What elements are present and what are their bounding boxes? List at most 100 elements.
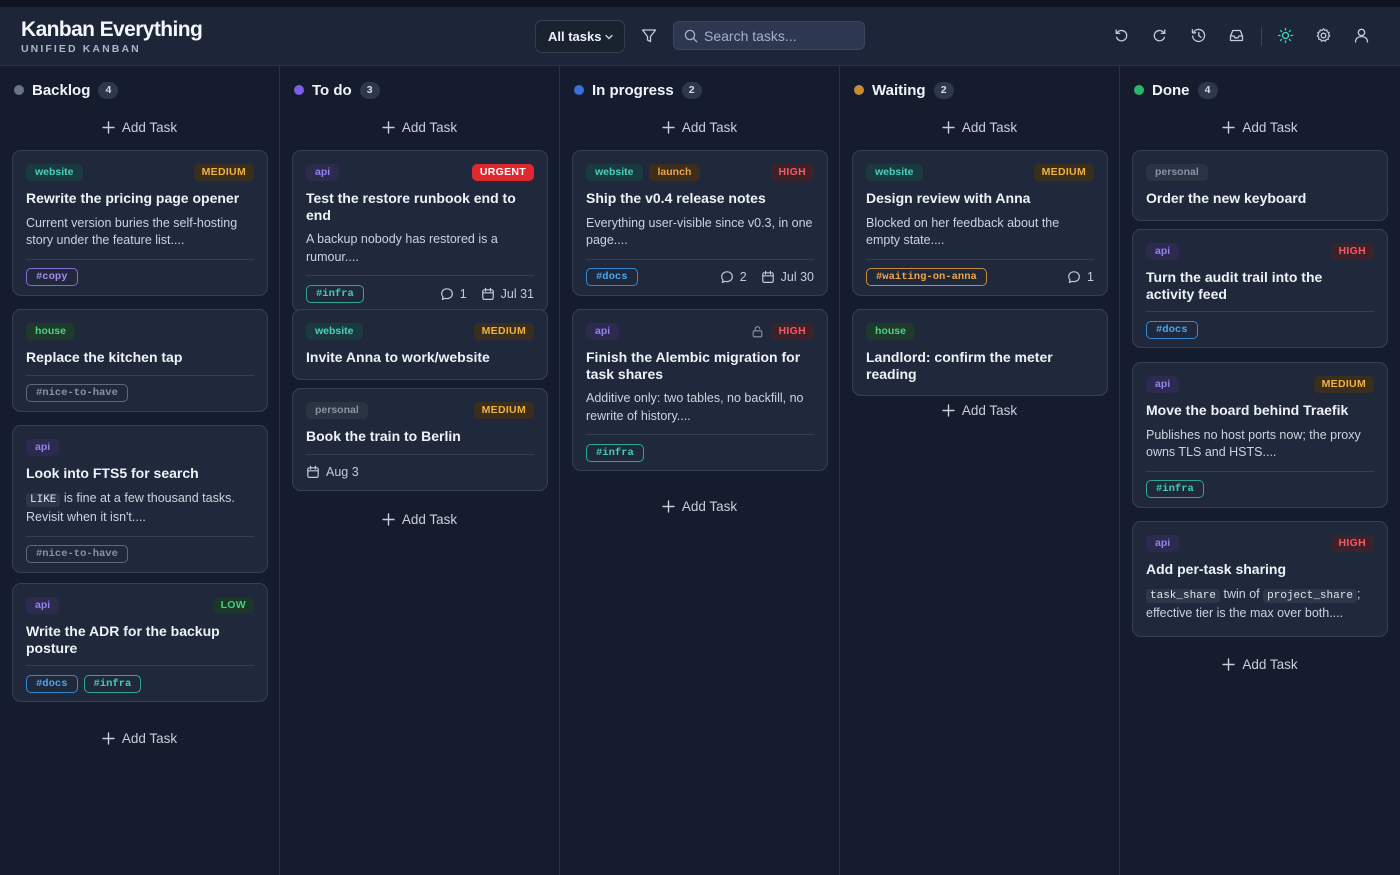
label-chip[interactable]: #waiting-on-anna [866, 268, 987, 286]
task-card[interactable]: website MEDIUM Invite Anna to work/websi… [292, 309, 548, 380]
task-card[interactable]: api HIGH Finish the Alembic migration fo… [572, 309, 828, 471]
column-backlog: Backlog 4 Add Task website MEDIUM Rewrit… [0, 66, 280, 875]
priority-badge: MEDIUM [473, 402, 534, 419]
task-title: Move the board behind Traefik [1146, 402, 1349, 418]
project-tag[interactable]: website [866, 164, 923, 181]
description-text: ; [1356, 586, 1361, 601]
comment-icon [1068, 271, 1080, 283]
task-card[interactable]: website MEDIUM Design review with Anna B… [852, 150, 1108, 296]
search-box[interactable] [673, 21, 865, 50]
add-task-button[interactable]: Add Task [280, 508, 559, 530]
comment-count-value: 2 [739, 270, 747, 284]
add-task-button[interactable]: Add Task [840, 399, 1119, 421]
project-tag[interactable]: website [26, 164, 83, 181]
label-chip[interactable]: #nice-to-have [26, 384, 128, 402]
label-chip[interactable]: #nice-to-have [26, 545, 128, 563]
task-title: Design review with Anna [866, 190, 1031, 206]
add-task-button[interactable]: Add Task [560, 116, 839, 138]
project-tag[interactable]: api [26, 439, 60, 456]
task-card[interactable]: api HIGH Turn the audit trail into the a… [1132, 229, 1388, 348]
history-icon[interactable] [1190, 27, 1207, 44]
project-tag[interactable]: launch [648, 164, 701, 181]
task-description: LIKE is fine at a few thousand tasks. Re… [26, 490, 254, 527]
task-card[interactable]: website launch HIGH Ship the v0.4 releas… [572, 150, 828, 296]
add-task-label: Add Task [401, 511, 458, 527]
app-subtitle: UNIFIED KANBAN [21, 43, 141, 55]
task-title: Add per-task sharing [1146, 561, 1287, 577]
add-task-button[interactable]: Add Task [1120, 653, 1400, 675]
column-title: Waiting [872, 81, 926, 99]
add-task-button[interactable]: Add Task [0, 116, 279, 138]
project-tag[interactable]: api [26, 597, 60, 614]
project-tag[interactable]: house [866, 323, 915, 340]
task-card[interactable]: api HIGH Add per-task sharing task_share… [1132, 521, 1388, 637]
filter-icon[interactable] [640, 27, 658, 45]
project-tag[interactable]: api [1146, 376, 1180, 393]
task-card[interactable]: website MEDIUM Rewrite the pricing page … [12, 150, 268, 296]
label-chip[interactable]: #infra [1146, 480, 1204, 498]
task-card[interactable]: api MEDIUM Move the board behind Traefik… [1132, 362, 1388, 508]
task-title: Replace the kitchen tap [26, 349, 183, 365]
add-task-button[interactable]: Add Task [280, 116, 559, 138]
task-title: Landlord: confirm the meter reading [866, 349, 1053, 382]
user-icon[interactable] [1353, 27, 1370, 44]
label-chip[interactable]: #copy [26, 268, 78, 286]
plus-icon [102, 120, 115, 134]
comment-count-value: 1 [1087, 270, 1094, 284]
label-chip[interactable]: #docs [26, 674, 78, 693]
project-tag[interactable]: api [1146, 243, 1180, 260]
add-task-button[interactable]: Add Task [1120, 116, 1400, 138]
gear-icon[interactable] [1315, 27, 1332, 44]
label-chip[interactable]: #infra [306, 284, 364, 303]
column-title: In progress [592, 81, 674, 99]
label-chip[interactable]: #docs [1146, 320, 1198, 339]
search-input[interactable] [704, 22, 862, 49]
label-chip[interactable]: #infra [586, 443, 644, 462]
add-task-label: Add Task [121, 119, 178, 135]
task-card[interactable]: api Look into FTS5 for search LIKE is fi… [12, 425, 268, 573]
comment-icon [720, 271, 733, 283]
column-count-badge: 4 [98, 81, 119, 99]
undo-icon[interactable] [1113, 27, 1130, 44]
task-title: Order the new keyboard [1146, 190, 1307, 206]
task-card[interactable]: house Landlord: confirm the meter readin… [852, 309, 1108, 396]
task-description: Everything user-visible since v0.3, in o… [586, 215, 813, 248]
task-card[interactable]: personal MEDIUM Book the train to Berlin… [292, 388, 548, 491]
task-card[interactable]: api LOW Write the ADR for the backup pos… [12, 583, 268, 702]
task-card[interactable]: house Replace the kitchen tap #nice-to-h… [12, 309, 268, 412]
comment-icon [440, 287, 453, 300]
due-date: Jul 30 [761, 270, 814, 284]
inbox-icon[interactable] [1228, 27, 1245, 44]
add-task-button[interactable]: Add Task [840, 116, 1119, 138]
inline-code: task_share [1146, 588, 1221, 603]
column-title: Backlog [32, 81, 91, 99]
project-tag[interactable]: personal [1146, 164, 1208, 181]
task-title: Look into FTS5 for search [26, 465, 199, 481]
project-tag[interactable]: house [26, 323, 75, 340]
priority-badge: HIGH [1330, 243, 1374, 260]
project-tag[interactable]: personal [306, 402, 368, 419]
priority-badge: HIGH [770, 164, 814, 181]
calendar-icon [761, 270, 774, 284]
calendar-icon [307, 465, 319, 479]
priority-badge: MEDIUM [193, 164, 254, 181]
column-waiting: Waiting 2 Add Task website MEDIUM Design… [840, 66, 1120, 875]
project-tag[interactable]: api [1146, 535, 1180, 552]
project-tag[interactable]: website [306, 323, 363, 340]
description-text: effective tier is the max over both.... [1146, 606, 1344, 620]
project-tag[interactable]: api [586, 323, 620, 340]
sun-icon[interactable] [1277, 27, 1294, 44]
comment-count-value: 1 [459, 286, 467, 301]
task-card[interactable]: api URGENT Test the restore runbook end … [292, 150, 548, 312]
redo-icon[interactable] [1151, 27, 1168, 44]
project-tag[interactable]: api [306, 164, 340, 181]
label-chip[interactable]: #infra [83, 674, 142, 693]
task-description: Current version buries the self-hosting … [26, 215, 238, 248]
task-filter-select[interactable]: All tasks [535, 20, 625, 53]
task-card[interactable]: personal Order the new keyboard [1132, 150, 1388, 221]
add-task-button[interactable]: Add Task [560, 495, 839, 517]
add-task-button[interactable]: Add Task [0, 727, 279, 749]
add-task-label: Add Task [1242, 656, 1298, 672]
label-chip[interactable]: #docs [586, 268, 638, 286]
project-tag[interactable]: website [586, 164, 643, 181]
